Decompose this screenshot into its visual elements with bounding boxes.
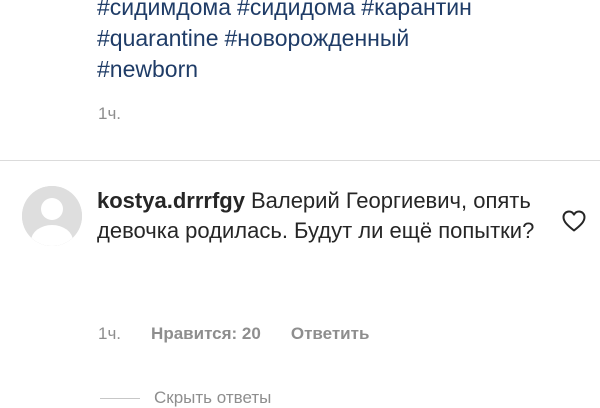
reply-button[interactable]: Ответить	[291, 324, 370, 344]
divider	[0, 160, 600, 161]
comment-likes-count[interactable]: Нравится: 20	[151, 324, 261, 344]
caption-timestamp: 1ч.	[98, 104, 122, 123]
hashtag-link[interactable]: #новорожденный	[225, 25, 410, 51]
default-avatar-icon[interactable]	[22, 186, 82, 246]
post-caption: #сидимдома #сидидома #карантин #quarantine…	[97, 0, 577, 85]
comment-timestamp: 1ч.	[98, 324, 122, 343]
hide-replies-button[interactable]: Скрыть ответы	[100, 388, 271, 408]
hashtag-link[interactable]: #карантин	[361, 0, 472, 20]
comment-body: kostya.drrrfgy Валерий Георгиевич, опять …	[97, 186, 537, 246]
hashtag-link[interactable]: #newborn	[97, 56, 198, 82]
heart-outline-icon[interactable]	[562, 210, 586, 232]
hashtag-link[interactable]: #quarantine	[97, 25, 219, 51]
hashtag-link[interactable]: #сидидома	[237, 0, 355, 20]
hide-replies-label: Скрыть ответы	[154, 388, 272, 407]
replies-line	[100, 397, 140, 399]
comment-username[interactable]: kostya.drrrfgy	[97, 188, 245, 213]
hashtag-link[interactable]: #сидимдома	[97, 0, 231, 20]
comment-meta: 1ч. Нравится: 20 Ответить	[98, 324, 369, 344]
